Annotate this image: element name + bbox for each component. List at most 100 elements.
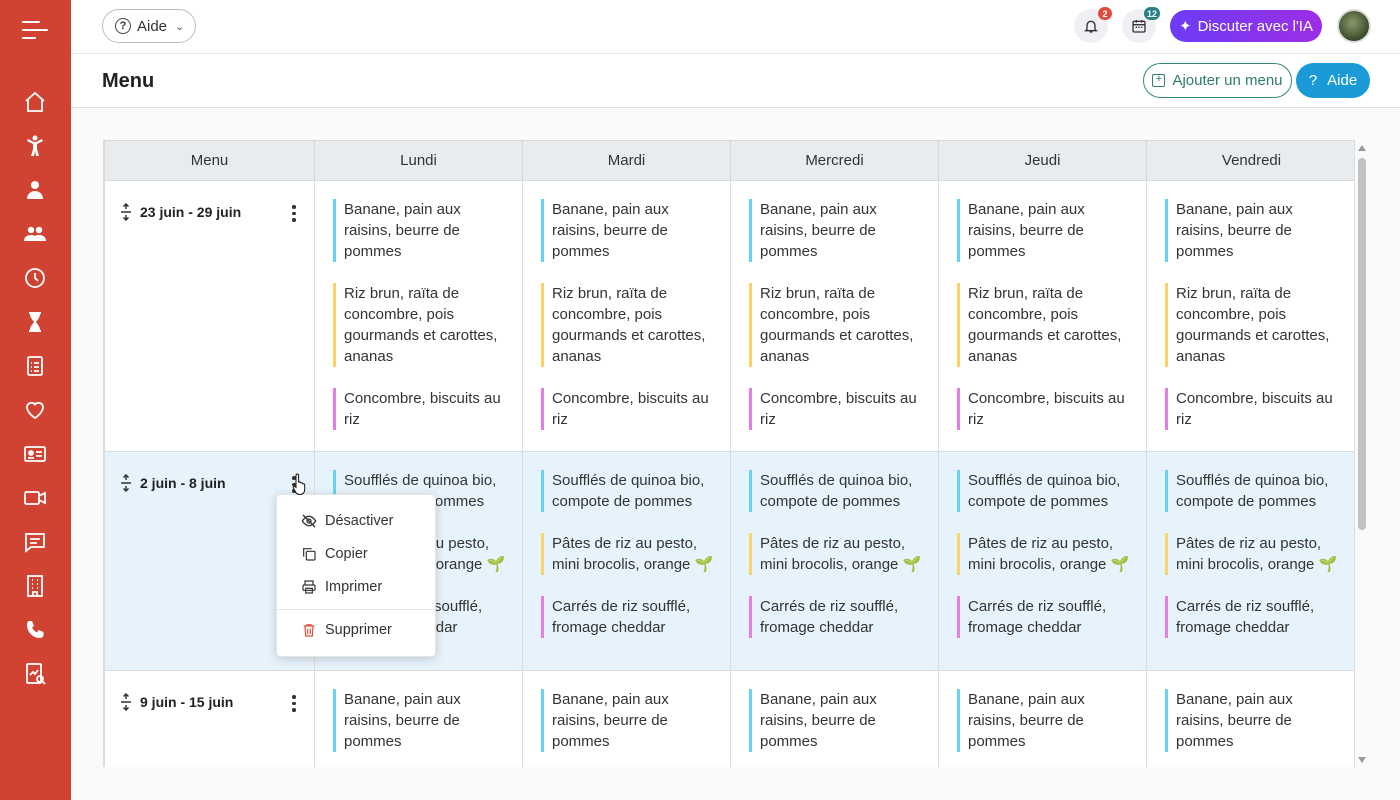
meal-entry: Banane, pain aux raisins, beurre de pomm… (957, 689, 1134, 752)
row-options-icon[interactable] (291, 205, 297, 222)
meal-entry: Banane, pain aux raisins, beurre de pomm… (1165, 199, 1344, 262)
question-icon: ? (115, 18, 131, 34)
column-header: Lundi (314, 140, 523, 181)
day-meal-cell[interactable]: Banane, pain aux raisins, beurre de pomm… (314, 670, 523, 767)
calendar-icon (1132, 20, 1146, 33)
group-icon[interactable] (21, 220, 49, 248)
help-dropdown-label: Aide (137, 17, 168, 35)
menu-item-print[interactable]: Imprimer (301, 579, 382, 595)
sparkle-icon: ✦ (1179, 18, 1192, 35)
checklist-icon[interactable] (21, 352, 49, 380)
column-header: Mercredi (730, 140, 939, 181)
notifications-button[interactable]: 2 (1074, 7, 1112, 43)
meal-entry: Concombre, biscuits au riz (541, 388, 718, 430)
home-icon[interactable] (21, 88, 49, 116)
menu-item-delete[interactable]: Supprimer (301, 622, 392, 638)
scrollbar-thumb[interactable] (1358, 158, 1366, 530)
week-cell: 9 juin - 15 juin (104, 670, 315, 767)
column-header: Jeudi (938, 140, 1147, 181)
meal-entry: Concombre, biscuits au riz (957, 388, 1134, 430)
drag-handle-icon[interactable] (119, 693, 133, 711)
meal-entry: Concombre, biscuits au riz (333, 388, 510, 430)
meal-entry: Soufflés de quinoa bio, compote de pomme… (541, 470, 718, 512)
notification-count-badge: 2 (1098, 7, 1112, 20)
day-meal-cell[interactable]: Banane, pain aux raisins, beurre de pomm… (938, 670, 1147, 767)
day-meal-cell[interactable]: Banane, pain aux raisins, beurre de pomm… (522, 670, 731, 767)
week-label: 23 juin - 29 juin (119, 203, 302, 221)
menu-item-label: Copier (325, 546, 368, 562)
week-range: 23 juin - 29 juin (140, 204, 242, 220)
add-menu-button[interactable]: + Ajouter un menu (1143, 63, 1292, 98)
id-card-icon[interactable] (21, 440, 49, 468)
meal-entry: Soufflés de quinoa bio, compote de pomme… (749, 470, 926, 512)
clock-icon[interactable] (21, 264, 49, 292)
scroll-up-arrow-icon[interactable] (1358, 145, 1366, 151)
meal-entry: Concombre, biscuits au riz (749, 388, 926, 430)
meal-entry: Soufflés de quinoa bio, compote de pomme… (957, 470, 1134, 512)
bell-icon (1084, 20, 1098, 33)
week-range: 2 juin - 8 juin (140, 475, 226, 491)
hamburger-menu-icon[interactable] (22, 20, 48, 40)
scroll-down-arrow-icon[interactable] (1358, 757, 1366, 763)
meal-entry: Riz brun, raïta de concombre, pois gourm… (1165, 283, 1344, 367)
day-meal-cell[interactable]: Banane, pain aux raisins, beurre de pomm… (938, 180, 1147, 452)
person-icon[interactable] (21, 176, 49, 204)
page-title: Menu (102, 70, 155, 92)
drag-handle-icon[interactable] (119, 203, 133, 221)
meal-entry: Banane, pain aux raisins, beurre de pomm… (957, 199, 1134, 262)
child-icon[interactable] (21, 132, 49, 160)
menu-table-container: Menu Lundi Mardi Mercredi Jeudi Vendredi… (103, 140, 1355, 767)
day-meal-cell[interactable]: Banane, pain aux raisins, beurre de pomm… (730, 180, 939, 452)
meal-entry: Carrés de riz soufflé, fromage cheddar (749, 596, 926, 638)
meal-entry: Pâtes de riz au pesto, mini brocolis, or… (541, 533, 718, 575)
day-meal-cell[interactable]: Banane, pain aux raisins, beurre de pomm… (730, 670, 939, 767)
day-meal-cell[interactable]: Soufflés de quinoa bio, compote de pomme… (730, 451, 939, 671)
week-label: 2 juin - 8 juin (119, 474, 302, 492)
user-avatar[interactable] (1337, 9, 1371, 43)
meal-entry: Banane, pain aux raisins, beurre de pomm… (333, 689, 510, 752)
drag-handle-icon[interactable] (119, 474, 133, 492)
building-icon[interactable] (21, 572, 49, 600)
day-meal-cell[interactable]: Soufflés de quinoa bio, compote de pomme… (522, 451, 731, 671)
menu-divider (277, 609, 435, 610)
meal-entry: Banane, pain aux raisins, beurre de pomm… (333, 199, 510, 262)
help-button-label: Aide (1327, 72, 1358, 89)
vertical-scrollbar[interactable] (1355, 140, 1369, 767)
help-button[interactable]: ? Aide (1296, 63, 1370, 98)
meal-entry: Banane, pain aux raisins, beurre de pomm… (749, 689, 926, 752)
meal-entry: Riz brun, raïta de concombre, pois gourm… (957, 283, 1134, 367)
row-context-menu: Désactiver Copier Imprimer Supprimer (276, 494, 436, 657)
day-meal-cell[interactable]: Banane, pain aux raisins, beurre de pomm… (522, 180, 731, 452)
question-icon: ? (1308, 72, 1318, 89)
plus-square-icon: + (1152, 74, 1166, 87)
menu-item-deactivate[interactable]: Désactiver (301, 513, 394, 529)
trash-icon (303, 624, 315, 637)
menu-item-copy[interactable]: Copier (301, 546, 368, 562)
menu-table: Menu Lundi Mardi Mercredi Jeudi Vendredi… (104, 140, 1354, 767)
chat-icon[interactable] (21, 528, 49, 556)
day-meal-cell[interactable]: Banane, pain aux raisins, beurre de pomm… (1146, 670, 1354, 767)
calendar-button[interactable]: 12 (1122, 7, 1160, 43)
ai-chat-button[interactable]: ✦ Discuter avec l'IA (1170, 10, 1322, 42)
phone-icon[interactable] (21, 616, 49, 644)
row-options-icon[interactable] (291, 695, 297, 712)
meal-entry: Pâtes de riz au pesto, mini brocolis, or… (957, 533, 1134, 575)
meal-entry: Riz brun, raïta de concombre, pois gourm… (333, 283, 510, 367)
meal-entry: Carrés de riz soufflé, fromage cheddar (957, 596, 1134, 638)
copy-icon (303, 548, 316, 561)
help-dropdown[interactable]: ? Aide ⌄ (102, 9, 196, 43)
meal-entry: Banane, pain aux raisins, beurre de pomm… (749, 199, 926, 262)
day-meal-cell[interactable]: Banane, pain aux raisins, beurre de pomm… (314, 180, 523, 452)
day-meal-cell[interactable]: Soufflés de quinoa bio, compote de pomme… (1146, 451, 1354, 671)
meal-entry: Riz brun, raïta de concombre, pois gourm… (749, 283, 926, 367)
report-icon[interactable] (21, 660, 49, 688)
hourglass-icon[interactable] (21, 308, 49, 336)
day-meal-cell[interactable]: Banane, pain aux raisins, beurre de pomm… (1146, 180, 1354, 452)
meal-entry: Carrés de riz soufflé, fromage cheddar (541, 596, 718, 638)
day-meal-cell[interactable]: Soufflés de quinoa bio, compote de pomme… (938, 451, 1147, 671)
meal-entry: Banane, pain aux raisins, beurre de pomm… (541, 199, 718, 262)
heart-icon[interactable] (21, 396, 49, 424)
meal-entry: Soufflés de quinoa bio, compote de pomme… (1165, 470, 1344, 512)
video-icon[interactable] (21, 484, 49, 512)
hand-cursor-icon (292, 473, 306, 495)
